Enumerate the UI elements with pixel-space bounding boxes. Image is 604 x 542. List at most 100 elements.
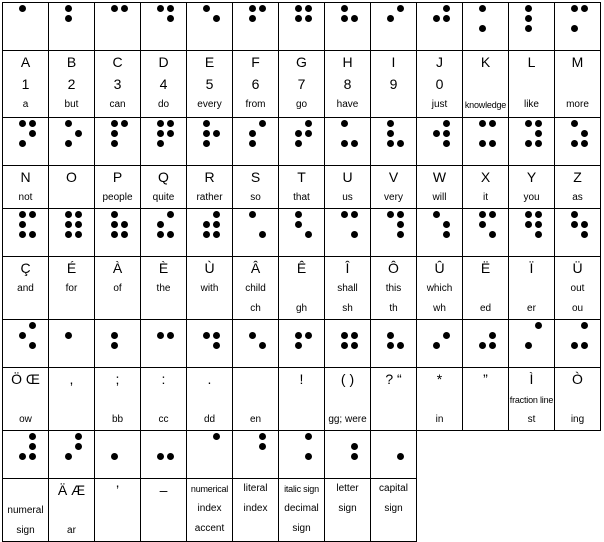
braille-dots-icon <box>108 118 128 148</box>
braille-meaning-label: wh <box>433 303 446 314</box>
braille-label-cell: G 7 go <box>278 50 325 118</box>
braille-dot-3 <box>524 342 532 349</box>
braille-label-cell: Tthat <box>278 165 325 209</box>
braille-dot-3 <box>432 342 440 349</box>
braille-symbol-label: Ù <box>204 260 215 276</box>
braille-dot-2 <box>294 221 302 228</box>
braille-cell <box>278 430 325 479</box>
braille-dot-4 <box>120 5 128 12</box>
braille-dots-icon <box>154 431 174 461</box>
braille-meaning-label <box>95 521 140 541</box>
braille-dot-2 <box>64 221 72 228</box>
braille-dot-1 <box>340 120 348 127</box>
braille-dot-1 <box>340 5 348 12</box>
braille-dots-icon <box>568 118 588 148</box>
braille-dot-4 <box>534 120 542 127</box>
braille-meaning-label <box>141 521 186 541</box>
braille-dot-2 <box>64 15 72 22</box>
empty-cell <box>417 431 463 479</box>
braille-cell <box>186 208 233 257</box>
braille-dot-1 <box>294 211 302 218</box>
braille-dot-3 <box>64 140 72 147</box>
braille-dot-1 <box>570 120 578 127</box>
braille-cell <box>48 117 95 166</box>
braille-dot-6 <box>258 231 266 238</box>
braille-dot-3 <box>64 453 72 460</box>
braille-symbol-label: B <box>66 54 77 70</box>
braille-dot-1 <box>110 120 118 127</box>
braille-meaning-label: gg; were <box>328 414 367 425</box>
braille-cell <box>2 208 49 257</box>
braille-meaning-label: er <box>527 303 536 314</box>
braille-dots-icon <box>384 431 404 461</box>
braille-dot-6 <box>580 140 588 147</box>
braille-cell <box>324 208 371 257</box>
braille-cell <box>278 117 325 166</box>
braille-meaning-label: go <box>295 99 308 110</box>
braille-label-cell: Vvery <box>370 165 417 209</box>
braille-meaning-label: shall <box>337 283 358 294</box>
braille-symbol-label: Ü <box>572 260 583 276</box>
braille-meaning-label <box>49 390 94 410</box>
braille-dot-3 <box>386 140 394 147</box>
braille-dots-icon <box>384 320 404 350</box>
braille-meaning-label: gh <box>295 303 308 314</box>
braille-dot-4 <box>28 322 36 329</box>
braille-dot-6 <box>580 342 588 349</box>
braille-label-cell: A 1 a <box>2 50 49 118</box>
braille-label-row: Ö Œ ow,; bb: cc. dd en! ( ) gg; were ? “ * in ” Ìfra… <box>2 367 601 431</box>
braille-dot-4 <box>28 433 36 440</box>
braille-label-cell: Çand <box>2 256 49 320</box>
empty-cell <box>509 479 555 542</box>
braille-dots-icon <box>62 431 82 461</box>
braille-dot-2 <box>294 130 302 137</box>
braille-cell <box>324 2 371 51</box>
braille-dots-icon <box>476 3 496 33</box>
braille-cell <box>462 319 509 368</box>
braille-dots-icon <box>292 209 312 239</box>
braille-meaning-label: with <box>200 283 219 294</box>
braille-meaning-label: 4 <box>159 76 168 92</box>
braille-dot-2 <box>248 332 256 339</box>
braille-dots-icon <box>154 118 174 148</box>
braille-label-cell: numeral sign <box>2 478 49 542</box>
braille-dot-4 <box>166 5 174 12</box>
braille-label-cell: en <box>232 367 279 431</box>
braille-cell <box>140 319 187 368</box>
braille-dot-6 <box>212 231 220 238</box>
braille-label-row: numeral sign Ä Æ ar ’ – numerical index accent li… <box>2 478 601 542</box>
braille-symbol-label: É <box>66 260 77 276</box>
braille-dot-2 <box>524 221 532 228</box>
braille-label-cell: Ùwith <box>186 256 233 320</box>
braille-label-cell: Qquite <box>140 165 187 209</box>
braille-dots-icon <box>16 118 36 148</box>
braille-label-cell: Ïer <box>508 256 555 320</box>
braille-label-cell: Rrather <box>186 165 233 209</box>
braille-cell <box>2 2 49 51</box>
braille-meaning-label <box>3 390 48 410</box>
braille-dots-icon <box>16 3 36 33</box>
braille-symbol-label: D <box>158 54 169 70</box>
braille-meaning-label: you <box>523 192 540 203</box>
braille-dot-2 <box>478 221 486 228</box>
braille-dot-3 <box>570 342 578 349</box>
braille-meaning-label: ch <box>250 303 261 314</box>
braille-dot-1 <box>248 5 256 12</box>
braille-dots-icon <box>338 431 358 461</box>
braille-meaning-label <box>49 188 94 208</box>
braille-dot-3 <box>340 342 348 349</box>
braille-symbol-label: W <box>432 169 447 185</box>
empty-cell <box>417 479 463 542</box>
braille-label-cell: Nnot <box>2 165 49 209</box>
braille-label-row: Çand Éfor Àof Èthe Ùwith Âchild ch Êgh Îshall sh Ô… <box>2 256 601 320</box>
braille-dot-2 <box>156 130 164 137</box>
braille-meaning-label: so <box>250 192 261 203</box>
braille-dot-5 <box>212 130 220 137</box>
braille-symbol-label: C <box>112 54 123 70</box>
braille-dot-2 <box>294 332 302 339</box>
braille-symbol-label: capital <box>379 483 408 494</box>
braille-symbol-label: E <box>204 54 215 70</box>
braille-symbol-label: ” <box>483 371 488 387</box>
braille-meaning-label <box>371 519 416 539</box>
braille-dot-2 <box>64 332 72 339</box>
